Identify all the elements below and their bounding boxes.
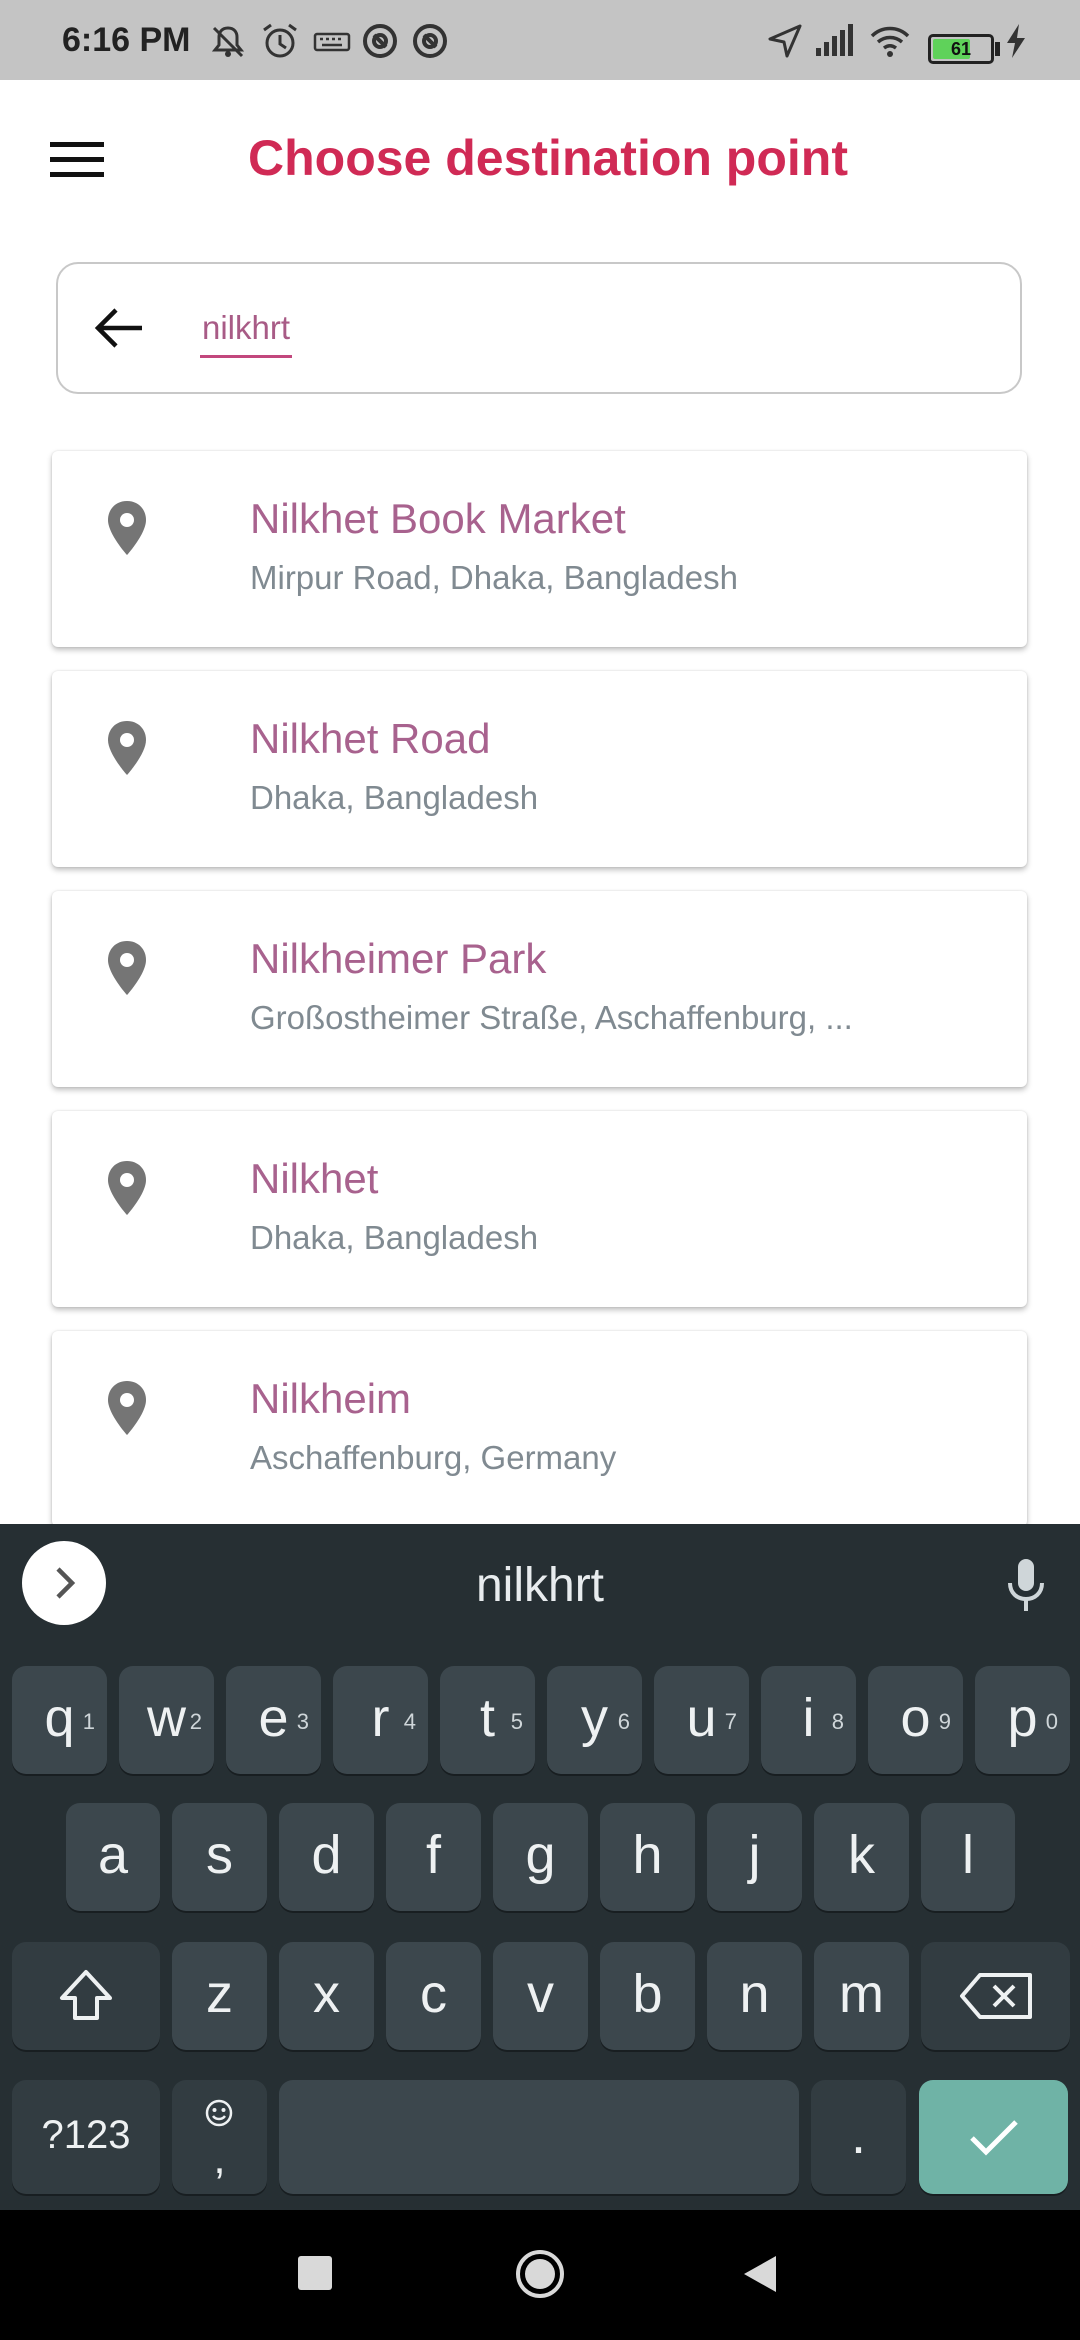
key-n[interactable]: n xyxy=(707,1942,802,2050)
key-f[interactable]: f xyxy=(386,1803,481,1911)
key-q[interactable]: q1 xyxy=(12,1666,107,1774)
result-item[interactable]: Nilkhet Road Dhaka, Bangladesh xyxy=(52,671,1027,867)
key-b[interactable]: b xyxy=(600,1942,695,2050)
keyboard-toolbar-toggle[interactable] xyxy=(22,1541,106,1625)
space-key[interactable] xyxy=(279,2080,799,2194)
result-subtitle: Großostheimer Straße, Aschaffenburg, ... xyxy=(250,999,853,1036)
result-item[interactable]: Nilkhet Book Market Mirpur Road, Dhaka, … xyxy=(52,451,1027,647)
wifi-icon xyxy=(870,22,910,60)
period-key[interactable]: . xyxy=(811,2080,906,2194)
result-title: Nilkhet xyxy=(250,1155,379,1202)
key-t[interactable]: t5 xyxy=(440,1666,535,1774)
recents-button[interactable] xyxy=(298,2256,332,2290)
key-h[interactable]: h xyxy=(600,1803,695,1911)
location-pin-icon xyxy=(108,1381,146,1435)
key-g[interactable]: g xyxy=(493,1803,588,1911)
charging-icon xyxy=(1002,22,1030,60)
result-title: Nilkhet Book Market xyxy=(250,495,626,542)
location-pin-icon xyxy=(108,1161,146,1215)
app-icon xyxy=(410,22,450,60)
key-j[interactable]: j xyxy=(707,1803,802,1911)
battery-icon: 61 xyxy=(928,34,994,64)
shift-key[interactable] xyxy=(12,1942,160,2050)
backspace-key[interactable] xyxy=(921,1942,1070,2050)
mic-icon[interactable] xyxy=(1002,1555,1050,1615)
key-r[interactable]: r4 xyxy=(333,1666,428,1774)
key-y[interactable]: y6 xyxy=(547,1666,642,1774)
key-p[interactable]: p0 xyxy=(975,1666,1070,1774)
result-title: Nilkheimer Park xyxy=(250,935,547,982)
signal-icon xyxy=(814,22,854,60)
location-icon xyxy=(766,22,806,60)
result-item[interactable]: Nilkhet Dhaka, Bangladesh xyxy=(52,1111,1027,1307)
key-o[interactable]: o9 xyxy=(868,1666,963,1774)
check-icon xyxy=(969,2120,1018,2156)
key-x[interactable]: x xyxy=(279,1942,374,2050)
result-title: Nilkheim xyxy=(250,1375,412,1422)
emoji-comma-key[interactable]: , xyxy=(172,2080,267,2194)
key-k[interactable]: k xyxy=(814,1803,909,1911)
symbols-key[interactable]: ?123 xyxy=(12,2080,160,2194)
key-l[interactable]: l xyxy=(921,1803,1015,1911)
battery-tip xyxy=(995,42,1000,56)
app-icon xyxy=(360,22,400,60)
backspace-icon xyxy=(959,1973,1032,2019)
key-u[interactable]: u7 xyxy=(654,1666,749,1774)
result-item[interactable]: Nilkheimer Park Großostheimer Straße, As… xyxy=(52,891,1027,1087)
location-pin-icon xyxy=(108,721,146,775)
triangle-back-icon xyxy=(744,2256,776,2292)
key-w[interactable]: w2 xyxy=(119,1666,214,1774)
alarm-icon xyxy=(260,22,300,60)
key-m[interactable]: m xyxy=(814,1942,909,2050)
keyboard-icon xyxy=(312,22,352,60)
key-s[interactable]: s xyxy=(172,1803,267,1911)
result-subtitle: Mirpur Road, Dhaka, Bangladesh xyxy=(250,559,738,596)
key-c[interactable]: c xyxy=(386,1942,481,2050)
key-z[interactable]: z xyxy=(172,1942,267,2050)
enter-key[interactable] xyxy=(919,2080,1068,2194)
status-time: 6:16 PM xyxy=(62,21,191,59)
page-title: Choose destination point xyxy=(248,130,848,186)
result-subtitle: Aschaffenburg, Germany xyxy=(250,1439,617,1476)
result-subtitle: Dhaka, Bangladesh xyxy=(250,1219,539,1256)
key-e[interactable]: e3 xyxy=(226,1666,321,1774)
result-subtitle: Dhaka, Bangladesh xyxy=(250,779,539,816)
location-pin-icon xyxy=(108,501,146,555)
key-i[interactable]: i8 xyxy=(761,1666,856,1774)
battery-level: 61 xyxy=(950,39,972,59)
result-item[interactable]: Nilkheim Aschaffenburg, Germany xyxy=(52,1331,1027,1527)
menu-icon[interactable] xyxy=(50,140,104,180)
keyboard-suggestion[interactable]: nilkhrt xyxy=(0,1554,1080,1618)
mute-icon xyxy=(208,22,248,60)
location-pin-icon xyxy=(108,941,146,995)
shift-icon xyxy=(60,1970,112,2020)
key-d[interactable]: d xyxy=(279,1803,374,1911)
chevron-right-icon xyxy=(56,1567,76,1599)
result-title: Nilkhet Road xyxy=(250,715,491,762)
key-a[interactable]: a xyxy=(66,1803,160,1911)
home-button[interactable] xyxy=(514,2248,566,2300)
key-v[interactable]: v xyxy=(493,1942,588,2050)
home-icon xyxy=(516,2250,564,2298)
arrow-left-icon[interactable] xyxy=(90,302,146,354)
back-button[interactable] xyxy=(742,2254,778,2294)
search-input[interactable]: nilkhrt xyxy=(200,305,293,358)
